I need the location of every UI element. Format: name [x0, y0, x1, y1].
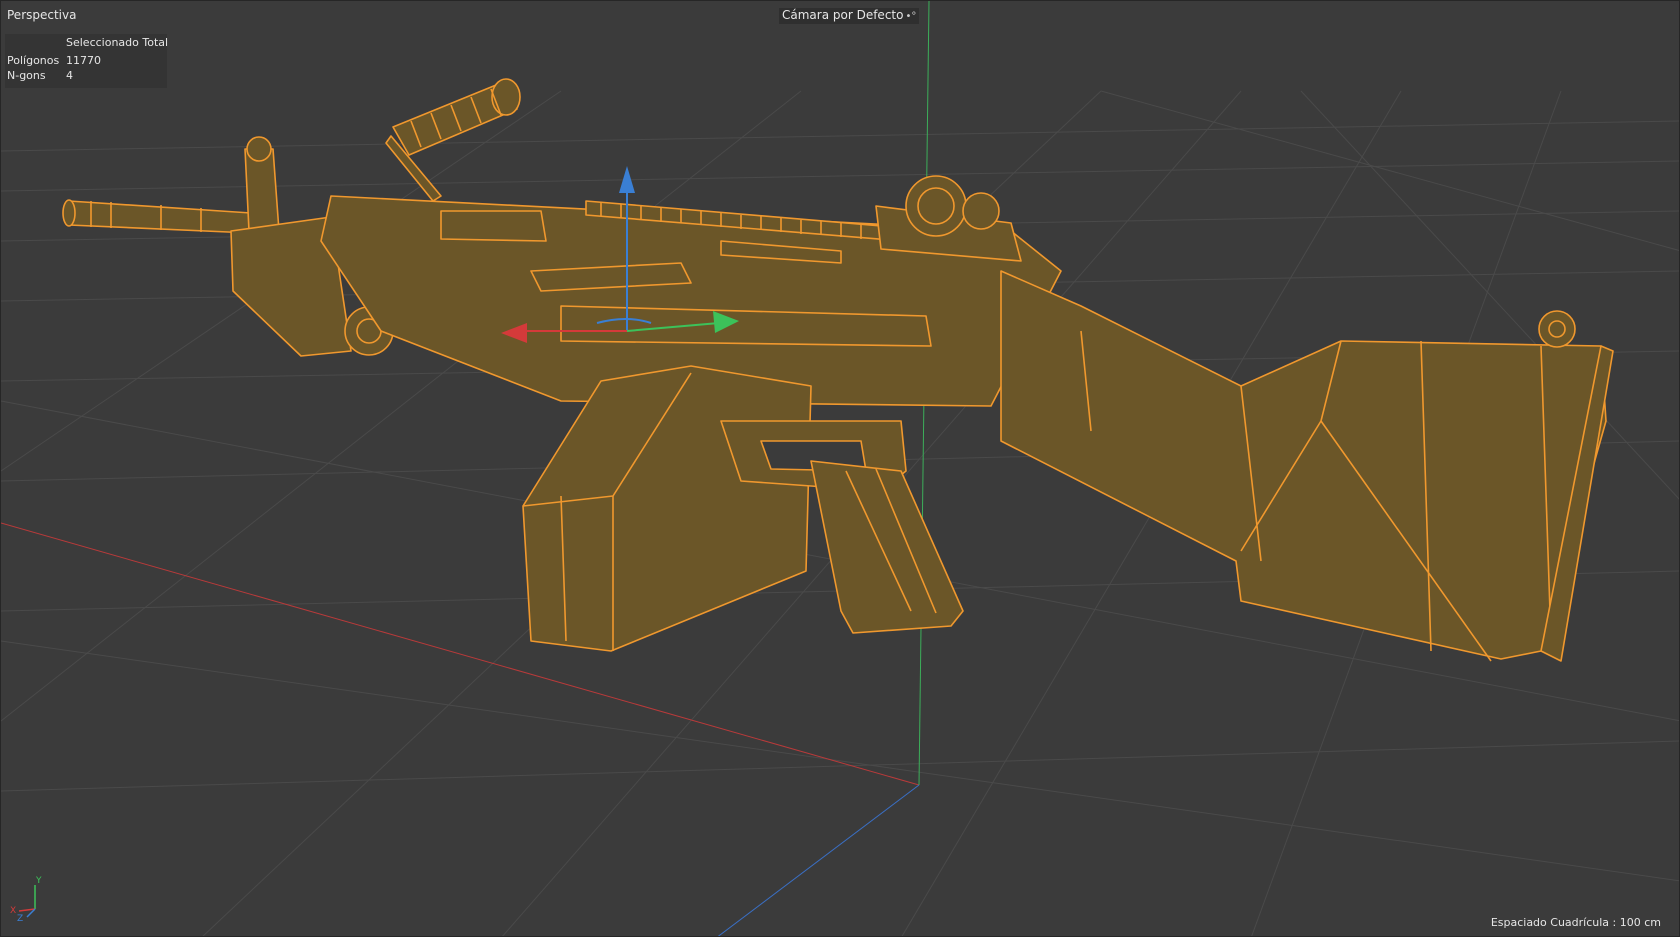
axis-y-label: Y [35, 876, 42, 886]
stats-label-polygons: Polígonos [7, 54, 60, 67]
camera-selector[interactable]: Cámara por Defecto •° [779, 8, 920, 24]
world-z-axis [717, 784, 920, 936]
stats-value-polygons: 11770 [66, 54, 101, 67]
stats-value-ngons: 4 [66, 69, 73, 82]
axis-z-label: Z [17, 914, 23, 921]
camera-name: Cámara por Defecto [782, 8, 904, 22]
stats-label-ngons: N-gons [7, 69, 46, 82]
axis-x-label: X [10, 906, 16, 916]
view-name-label[interactable]: Perspectiva [7, 8, 76, 22]
viewport-scene[interactable] [1, 1, 1680, 937]
3d-viewport[interactable]: Perspectiva Cámara por Defecto •° Selecci… [0, 0, 1680, 937]
stats-header: Seleccionado Total [66, 36, 169, 49]
grid-spacing-label: Espaciado Cuadrícula : 100 cm [1490, 916, 1661, 929]
stats-panel: Seleccionado Total Polígonos 11770 N-gon… [5, 34, 169, 88]
axis-orientation-widget: Y X Z [10, 876, 42, 921]
camera-options-icon[interactable]: •° [905, 11, 916, 22]
